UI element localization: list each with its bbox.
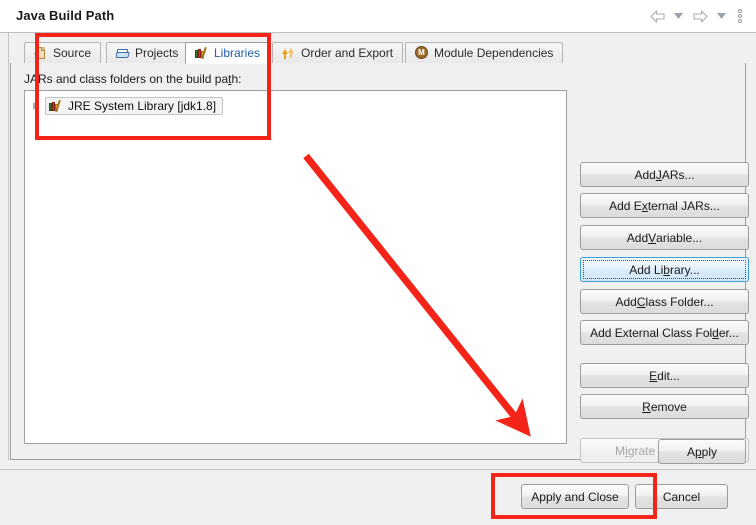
tab-label: Source (53, 46, 92, 60)
btn-text-tail: ply (701, 444, 718, 459)
apply-and-close-button[interactable]: Apply and Close (521, 484, 629, 509)
overflow-menu-icon[interactable] (732, 7, 748, 25)
tab-label: Module Dependencies (434, 46, 554, 60)
btn-text: A (686, 444, 695, 459)
tab-libraries[interactable]: Libraries (185, 42, 271, 64)
build-path-list[interactable]: JRE System Library [jdk1.8] (24, 90, 567, 444)
tab-label: Order and Export (301, 46, 394, 60)
add-external-class-folder-button[interactable]: Add External Class Fol d er... (580, 320, 749, 345)
remove-button[interactable]: Remove (580, 394, 749, 419)
forward-dropdown-icon[interactable] (715, 7, 728, 25)
list-item-label: JRE System Library [jdk1.8] (68, 98, 217, 113)
btn-text-tail: dit... (657, 368, 680, 383)
btn-text-tail: ariable... (656, 230, 703, 245)
add-class-folder-button[interactable]: Add Class Folder... (580, 289, 749, 314)
books-icon (195, 46, 209, 60)
header-nav-icons (646, 7, 748, 25)
tab-order-and-export[interactable]: Order and Export (272, 42, 404, 64)
btn-text: M (615, 443, 626, 458)
module-circle-icon: M (415, 46, 429, 60)
apply-button[interactable]: Ap ply (658, 439, 746, 464)
tab-module-dependencies[interactable]: M Module Dependencies (405, 42, 564, 64)
tab-label: Libraries (214, 46, 261, 60)
btn-text-tail: ARs... (661, 167, 695, 182)
java-build-path-dialog: Java Build Path Source Projects Librarie… (0, 0, 756, 525)
add-variable-button[interactable]: Add Variable... (580, 225, 749, 250)
btn-text-tail: lass Folder... (645, 294, 714, 309)
btn-mnemonic: C (636, 294, 646, 309)
btn-text: Add (634, 167, 656, 182)
tab-source[interactable]: Source (24, 42, 102, 64)
btn-mnemonic: V (648, 230, 657, 245)
btn-text: Add Li (629, 262, 664, 277)
add-jars-button[interactable]: Add J ARs... (580, 162, 749, 187)
chevron-right-icon[interactable] (29, 96, 41, 115)
back-arrow-icon[interactable] (646, 7, 668, 25)
build-path-label-suffix: h: (231, 72, 242, 86)
source-icon (34, 46, 48, 60)
jre-system-library-entry[interactable]: JRE System Library [jdk1.8] (45, 96, 224, 115)
btn-mnemonic: b (663, 262, 670, 277)
btn-text: Add (615, 294, 637, 309)
build-path-label-text: JARs and class folders on the build pa (24, 72, 229, 86)
btn-mnemonic: d (712, 325, 719, 340)
add-library-button[interactable]: Add Li b rary... (580, 257, 749, 282)
btn-mnemonic: p (694, 444, 702, 459)
back-dropdown-icon[interactable] (672, 7, 685, 25)
btn-text: Add E (609, 198, 642, 213)
tab-bar: Source Projects Libraries Order and Expo… (10, 42, 746, 64)
btn-mnemonic: E (649, 368, 658, 383)
libraries-tab-panel: JARs and class folders on the build path… (10, 63, 749, 463)
dialog-left-rail (0, 33, 9, 460)
books-icon (49, 99, 63, 113)
btn-text-tail: er... (718, 325, 739, 340)
btn-text-tail: ternal JARs... (647, 198, 720, 213)
edit-button[interactable]: Edit... (580, 363, 749, 388)
cancel-button[interactable]: Cancel (635, 484, 728, 509)
btn-mnemonic: R (642, 399, 651, 414)
page-title: Java Build Path (16, 8, 115, 23)
tab-projects[interactable]: Projects (106, 42, 189, 64)
btn-text-tail: rary... (669, 262, 700, 277)
btn-text: Add External Class Fol (590, 325, 713, 340)
btn-text: Add (626, 230, 649, 245)
btn-text-tail: emove (650, 399, 687, 414)
folder-icon (115, 46, 130, 60)
forward-arrow-icon[interactable] (689, 7, 711, 25)
dialog-header: Java Build Path (0, 0, 756, 33)
order-arrows-icon (282, 46, 296, 60)
tab-label: Projects (135, 46, 179, 60)
build-path-label: JARs and class folders on the build path… (24, 72, 241, 86)
add-external-jars-button[interactable]: Add Ex ternal JARs... (580, 193, 749, 218)
list-item[interactable]: JRE System Library [jdk1.8] (29, 96, 224, 115)
